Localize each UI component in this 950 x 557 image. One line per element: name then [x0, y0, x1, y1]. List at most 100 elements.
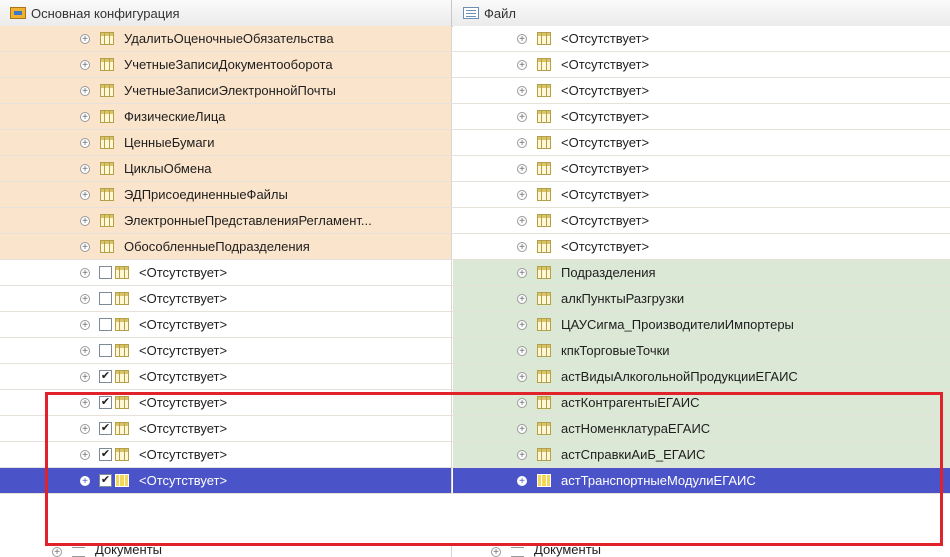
- expand-icon[interactable]: +: [80, 137, 90, 148]
- right-cell-label: <Отсутствует>: [561, 31, 650, 46]
- expand-icon[interactable]: +: [80, 189, 90, 200]
- expand-icon[interactable]: +: [517, 475, 527, 486]
- expand-icon[interactable]: +: [80, 293, 90, 304]
- left-cell-label: <Отсутствует>: [139, 317, 228, 332]
- catalog-table-icon: [100, 162, 114, 175]
- merge-checkbox[interactable]: ✔: [99, 396, 112, 409]
- left-cell-label: УчетныеЗаписиЭлектроннойПочты: [124, 83, 336, 98]
- table-row[interactable]: + ✔ <Отсутствует> + астТранспортныеМодулиЕГА…: [0, 468, 950, 494]
- expand-icon[interactable]: +: [80, 241, 90, 252]
- left-cell: + ЭДПрисоединенныеФайлы: [0, 182, 452, 207]
- expand-icon[interactable]: +: [517, 241, 527, 252]
- expand-icon[interactable]: +: [517, 449, 527, 460]
- merge-checkbox[interactable]: ✔: [99, 422, 112, 435]
- left-cell: + ✔ <Отсутствует>: [0, 442, 452, 467]
- table-row[interactable]: + ✔ <Отсутствует> + астНоменклатураЕГАИС: [0, 416, 950, 442]
- left-cell-label: <Отсутствует>: [139, 473, 228, 488]
- expand-icon[interactable]: +: [517, 423, 527, 434]
- table-row[interactable]: + УчетныеЗаписиДокументооборота + <Отсутств…: [0, 52, 950, 78]
- expand-icon[interactable]: +: [52, 547, 62, 557]
- catalog-table-icon: [537, 58, 551, 71]
- left-cell: + <Отсутствует>: [0, 260, 452, 285]
- right-cell: + Подразделения: [453, 260, 950, 285]
- expand-icon[interactable]: +: [517, 137, 527, 148]
- expand-icon[interactable]: +: [80, 449, 90, 460]
- expand-icon[interactable]: +: [80, 345, 90, 356]
- expand-icon[interactable]: +: [517, 267, 527, 278]
- right-cell: + <Отсутствует>: [453, 52, 950, 77]
- catalog-table-icon: [537, 474, 551, 487]
- table-row[interactable]: + ✔ <Отсутствует> + астСправкиАиБ_ЕГАИС: [0, 442, 950, 468]
- merge-checkbox[interactable]: [99, 266, 112, 279]
- table-row[interactable]: + ✔ <Отсутствует> + астКонтрагентыЕГАИС: [0, 390, 950, 416]
- table-row[interactable]: + ФизическиеЛица + <Отсутствует>: [0, 104, 950, 130]
- left-cell-label: <Отсутствует>: [139, 447, 228, 462]
- expand-icon[interactable]: +: [517, 163, 527, 174]
- catalog-table-icon: [115, 474, 129, 487]
- expand-icon[interactable]: +: [517, 111, 527, 122]
- right-cell: + астТранспортныеМодулиЕГАИС: [453, 468, 950, 493]
- column-header-main-config[interactable]: Основная конфигурация: [0, 0, 452, 26]
- expand-icon[interactable]: +: [491, 547, 501, 557]
- table-row[interactable]: + ЦиклыОбмена + <Отсутствует>: [0, 156, 950, 182]
- expand-icon[interactable]: +: [80, 111, 90, 122]
- merge-checkbox[interactable]: ✔: [99, 474, 112, 487]
- right-cell-label: <Отсутствует>: [561, 187, 650, 202]
- expand-icon[interactable]: +: [517, 85, 527, 96]
- table-row[interactable]: + УдалитьОценочныеОбязательства + <Отсутств…: [0, 26, 950, 52]
- merge-checkbox[interactable]: [99, 292, 112, 305]
- expand-icon[interactable]: +: [517, 345, 527, 356]
- table-row[interactable]: + ✔ <Отсутствует> + астВидыАлкогольнойПродук…: [0, 364, 950, 390]
- left-cell-label: <Отсутствует>: [139, 369, 228, 384]
- expand-icon[interactable]: +: [80, 475, 90, 486]
- column-header-file[interactable]: Файл: [453, 0, 950, 26]
- expand-icon[interactable]: +: [80, 397, 90, 408]
- table-row[interactable]: + <Отсутствует> + алкПунктыРазгрузки: [0, 286, 950, 312]
- right-cell: + астНоменклатураЕГАИС: [453, 416, 950, 441]
- catalog-table-icon: [537, 110, 551, 123]
- expand-icon[interactable]: +: [80, 319, 90, 330]
- right-cell-label: Документы: [534, 543, 602, 557]
- column-header-main-config-label: Основная конфигурация: [31, 5, 180, 21]
- table-row[interactable]: + ЦенныеБумаги + <Отсутствует>: [0, 130, 950, 156]
- table-row[interactable]: + ЭлектронныеПредставленияРегламент... + <О…: [0, 208, 950, 234]
- table-row-documents[interactable]: + Документы + Документы: [0, 543, 950, 557]
- expand-icon[interactable]: +: [517, 371, 527, 382]
- expand-icon[interactable]: +: [80, 85, 90, 96]
- documents-icon: [72, 547, 85, 557]
- catalog-table-icon: [537, 344, 551, 357]
- right-cell-label: астКонтрагентыЕГАИС: [561, 395, 700, 410]
- expand-icon[interactable]: +: [517, 215, 527, 226]
- expand-icon[interactable]: +: [80, 215, 90, 226]
- expand-icon[interactable]: +: [517, 397, 527, 408]
- left-cell: + ✔ <Отсутствует>: [0, 468, 452, 493]
- left-cell-label: <Отсутствует>: [139, 395, 228, 410]
- table-row[interactable]: + УчетныеЗаписиЭлектроннойПочты + <Отсутств…: [0, 78, 950, 104]
- table-row[interactable]: + <Отсутствует> + Подразделения: [0, 260, 950, 286]
- merge-checkbox[interactable]: ✔: [99, 448, 112, 461]
- expand-icon[interactable]: +: [517, 59, 527, 70]
- merge-checkbox[interactable]: [99, 344, 112, 357]
- expand-icon[interactable]: +: [80, 163, 90, 174]
- merge-checkbox[interactable]: ✔: [99, 370, 112, 383]
- expand-icon[interactable]: +: [517, 319, 527, 330]
- left-cell: + ФизическиеЛица: [0, 104, 452, 129]
- expand-icon[interactable]: +: [80, 267, 90, 278]
- grid-header: Основная конфигурация Файл: [0, 0, 950, 27]
- expand-icon[interactable]: +: [80, 33, 90, 44]
- expand-icon[interactable]: +: [517, 189, 527, 200]
- expand-icon[interactable]: +: [517, 33, 527, 44]
- table-row[interactable]: + ЭДПрисоединенныеФайлы + <Отсутствует>: [0, 182, 950, 208]
- catalog-table-icon: [537, 370, 551, 383]
- table-row[interactable]: + <Отсутствует> + ЦАУСигма_ПроизводителиИмп…: [0, 312, 950, 338]
- merge-checkbox[interactable]: [99, 318, 112, 331]
- expand-icon[interactable]: +: [80, 371, 90, 382]
- table-row[interactable]: + <Отсутствует> + кпкТорговыеТочки: [0, 338, 950, 364]
- expand-icon[interactable]: +: [517, 293, 527, 304]
- expand-icon[interactable]: +: [80, 423, 90, 434]
- table-row[interactable]: + ОбособленныеПодразделения + <Отсутствует>: [0, 234, 950, 260]
- left-cell: + <Отсутствует>: [0, 286, 452, 311]
- expand-icon[interactable]: +: [80, 59, 90, 70]
- right-cell: + <Отсутствует>: [453, 234, 950, 259]
- catalog-table-icon: [537, 214, 551, 227]
